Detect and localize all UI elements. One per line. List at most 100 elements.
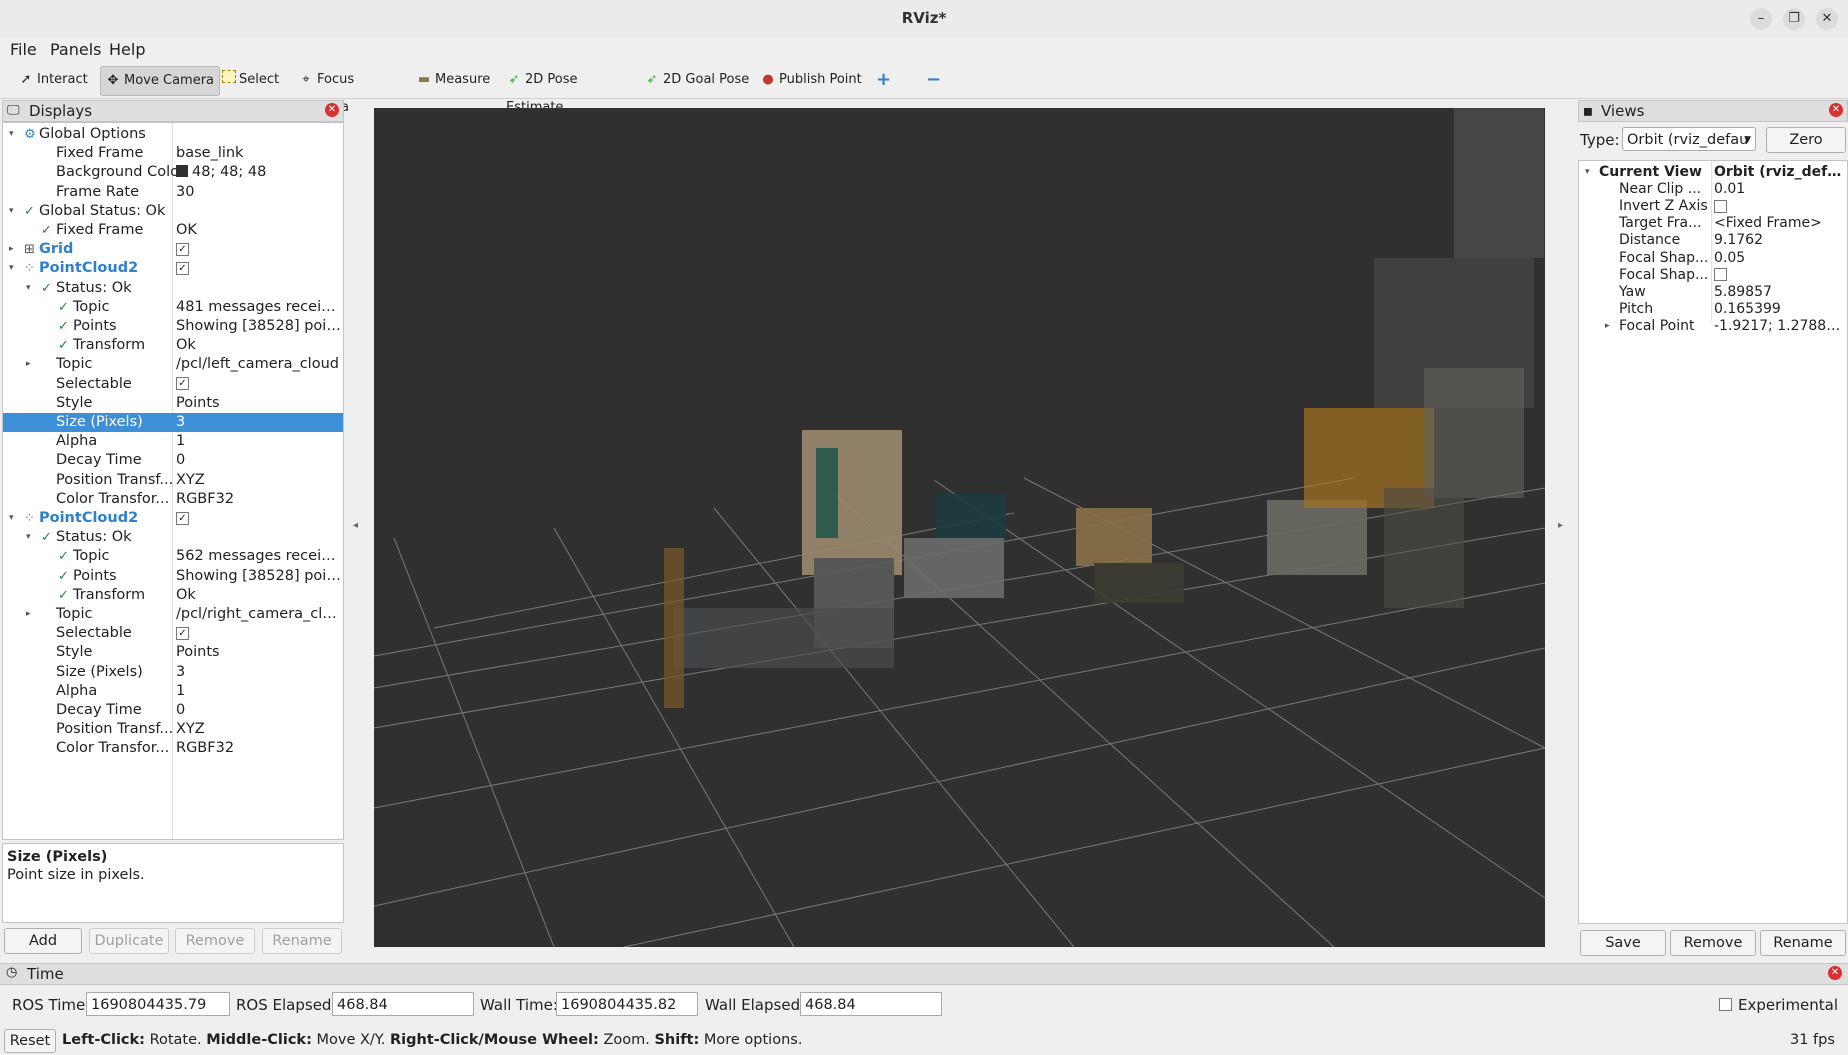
displays-tree[interactable]: ▾ ⚙ Global Options Fixed Frame base_link Back… bbox=[2, 122, 344, 840]
remove-view-button[interactable]: Remove bbox=[1670, 930, 1756, 956]
add-display-button[interactable]: Add bbox=[4, 928, 82, 954]
tree-row-value[interactable]: Showing [38528] poin... bbox=[176, 567, 341, 586]
expand-down-icon[interactable]: ▾ bbox=[1585, 164, 1590, 181]
enabled-checkbox[interactable]: ✓ bbox=[176, 626, 189, 640]
duplicate-display-button[interactable]: Duplicate bbox=[89, 928, 169, 954]
color-swatch[interactable] bbox=[176, 165, 188, 178]
collapse-left-icon[interactable]: ◂ bbox=[353, 520, 358, 531]
tree-row[interactable]: ✓ Points Showing [38528] poin... bbox=[3, 567, 343, 586]
tree-row[interactable]: ▾ ✓ Status: Ok bbox=[3, 279, 343, 298]
tree-row[interactable]: Selectable ✓ bbox=[3, 375, 343, 394]
tree-row[interactable]: Position Transf... XYZ bbox=[3, 720, 343, 739]
tool-2d-pose-estimate[interactable]: ➶2D Pose Estimate bbox=[502, 66, 634, 115]
tree-row[interactable]: Decay Time 0 bbox=[3, 451, 343, 470]
tree-row-value[interactable]: base_link bbox=[176, 144, 341, 163]
reset-button[interactable]: Reset bbox=[4, 1029, 56, 1053]
tool-2d-goal-pose[interactable]: ➶ 2D Goal Pose bbox=[640, 66, 750, 94]
view-type-select[interactable]: Orbit (rviz_defau ▼ bbox=[1622, 127, 1756, 151]
ros-elapsed-field[interactable]: 468.84 bbox=[332, 992, 474, 1016]
tree-row-value[interactable]: 481 messages received bbox=[176, 298, 341, 317]
view-property-row[interactable]: Invert Z Axis bbox=[1579, 198, 1847, 215]
tree-row[interactable]: Decay Time 0 bbox=[3, 701, 343, 720]
tree-row[interactable]: ▾ ✓ Global Status: Ok bbox=[3, 202, 343, 221]
remove-tool-minus-icon[interactable]: − bbox=[922, 66, 948, 94]
view-checkbox[interactable] bbox=[1714, 268, 1727, 282]
tree-row-value[interactable]: ✓ bbox=[176, 375, 341, 394]
view-property-value[interactable] bbox=[1714, 198, 1844, 215]
rename-display-button[interactable]: Rename bbox=[262, 928, 342, 954]
tree-row[interactable]: ✓ Transform Ok bbox=[3, 336, 343, 355]
close-panel-icon[interactable]: ✕ bbox=[325, 103, 339, 117]
tree-row-value[interactable]: Points bbox=[176, 643, 341, 662]
tree-row[interactable]: Color Transfor... RGBF32 bbox=[3, 739, 343, 758]
tree-row[interactable]: Frame Rate 30 bbox=[3, 183, 343, 202]
expand-right-icon[interactable]: ▸ bbox=[26, 355, 31, 374]
ros-time-field[interactable]: 1690804435.79 bbox=[86, 992, 230, 1016]
menu-panels[interactable]: Panels bbox=[50, 40, 102, 59]
view-property-value[interactable]: 0.01 bbox=[1714, 181, 1844, 198]
enabled-checkbox[interactable]: ✓ bbox=[176, 242, 189, 256]
expand-right-icon[interactable]: ▸ bbox=[9, 240, 14, 259]
tree-row-value[interactable]: 0 bbox=[176, 701, 341, 720]
tree-row[interactable]: Style Points bbox=[3, 643, 343, 662]
add-tool-plus-icon[interactable]: + bbox=[872, 66, 898, 94]
tree-row[interactable]: ▾ ✓ Status: Ok bbox=[3, 528, 343, 547]
tree-row-value[interactable]: 3 bbox=[176, 663, 341, 682]
tree-row[interactable]: Fixed Frame base_link bbox=[3, 144, 343, 163]
expand-down-icon[interactable]: ▾ bbox=[26, 279, 31, 298]
expand-down-icon[interactable]: ▾ bbox=[9, 259, 14, 278]
tree-row-value[interactable]: 562 messages received bbox=[176, 547, 341, 566]
close-icon[interactable]: ✕ bbox=[1816, 8, 1838, 30]
rename-view-button[interactable]: Rename bbox=[1760, 930, 1846, 956]
tree-row[interactable]: ✓ Transform Ok bbox=[3, 586, 343, 605]
tree-row-value[interactable]: XYZ bbox=[176, 471, 341, 490]
tree-row-value[interactable]: Showing [38528] poin... bbox=[176, 317, 341, 336]
tree-row-value[interactable]: 1 bbox=[176, 682, 341, 701]
view-property-row[interactable]: Focal Shap... bbox=[1579, 267, 1847, 284]
tree-row[interactable]: ▸ Topic/pcl/left_camera_cloud bbox=[3, 355, 343, 374]
tree-row[interactable]: ▸ Topic/pcl/right_camera_clo... bbox=[3, 605, 343, 624]
enabled-checkbox[interactable]: ✓ bbox=[176, 377, 189, 391]
view-property-value[interactable]: 0.165399 bbox=[1714, 301, 1844, 318]
expand-down-icon[interactable]: ▾ bbox=[9, 509, 14, 528]
expand-down-icon[interactable]: ▾ bbox=[9, 202, 14, 221]
wall-elapsed-field[interactable]: 468.84 bbox=[800, 992, 942, 1016]
menu-help[interactable]: Help bbox=[109, 40, 145, 59]
tree-row-value[interactable]: ✓ bbox=[176, 240, 341, 259]
3d-render-view[interactable] bbox=[373, 108, 1546, 948]
view-property-value[interactable]: 9.1762 bbox=[1714, 232, 1844, 249]
tree-row-value[interactable]: XYZ bbox=[176, 720, 341, 739]
tree-row-value[interactable]: Ok bbox=[176, 586, 341, 605]
experimental-checkbox[interactable] bbox=[1719, 998, 1732, 1011]
tree-row-value[interactable]: OK bbox=[176, 221, 341, 240]
enabled-checkbox[interactable]: ✓ bbox=[176, 261, 189, 275]
collapse-right-icon[interactable]: ▸ bbox=[1558, 520, 1563, 531]
tree-row-value[interactable]: Ok bbox=[176, 336, 341, 355]
tree-row[interactable]: Position Transf... XYZ bbox=[3, 471, 343, 490]
tool-select[interactable]: Select bbox=[218, 66, 284, 94]
menu-file[interactable]: File bbox=[10, 40, 37, 59]
views-tree[interactable]: ▾ Current View Orbit (rviz_defa... Near Cli… bbox=[1578, 160, 1848, 924]
tree-row[interactable]: ✓ Topic 562 messages received bbox=[3, 547, 343, 566]
tree-row[interactable]: Size (Pixels) 3 bbox=[3, 663, 343, 682]
view-property-row[interactable]: Target Fra... <Fixed Frame> bbox=[1579, 215, 1847, 232]
tree-row[interactable]: ▾ ⚙ Global Options bbox=[3, 125, 343, 144]
minimize-icon[interactable]: – bbox=[1750, 8, 1772, 30]
view-property-row[interactable]: Yaw 5.89857 bbox=[1579, 284, 1847, 301]
tree-row[interactable]: ✓ Fixed Frame OK bbox=[3, 221, 343, 240]
tree-row-value[interactable]: Points bbox=[176, 394, 341, 413]
view-property-value[interactable]: 0.05 bbox=[1714, 250, 1844, 267]
expand-down-icon[interactable]: ▾ bbox=[26, 528, 31, 547]
tree-row[interactable]: ▾ ⁘ PointCloud2 ✓ bbox=[3, 509, 343, 528]
tool-measure[interactable]: ▬ Measure bbox=[412, 66, 496, 94]
tree-row-value[interactable]: ✓ bbox=[176, 259, 341, 278]
tool-interact[interactable]: ➚ Interact bbox=[14, 66, 100, 94]
tool-move-camera[interactable]: ✥ Move Camera bbox=[100, 66, 220, 96]
tree-row[interactable]: Selectable ✓ bbox=[3, 624, 343, 643]
tree-row[interactable]: Alpha 1 bbox=[3, 682, 343, 701]
tree-row[interactable]: Background Color 48; 48; 48 bbox=[3, 163, 343, 182]
tree-row-value[interactable]: 1 bbox=[176, 432, 341, 451]
tree-row[interactable]: Style Points bbox=[3, 394, 343, 413]
view-property-row[interactable]: Focal Shap... 0.05 bbox=[1579, 250, 1847, 267]
tree-row[interactable]: ▸ ⊞ Grid ✓ bbox=[3, 240, 343, 259]
